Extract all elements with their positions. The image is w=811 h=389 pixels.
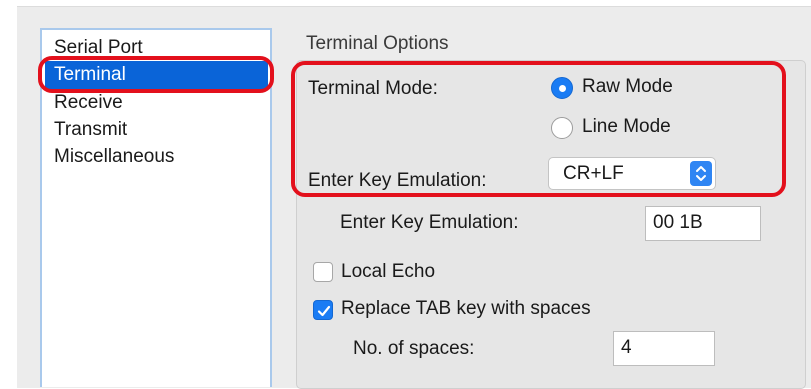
num-spaces-field[interactable]: 4 bbox=[613, 331, 715, 366]
sidebar-item-receive[interactable]: Receive bbox=[54, 91, 123, 115]
enter-key-emulation-hex-label: Enter Key Emulation: bbox=[340, 212, 519, 233]
num-spaces-label: No. of spaces: bbox=[353, 338, 475, 359]
section-title: Terminal Options bbox=[306, 33, 449, 54]
preferences-window: Serial Port Terminal Receive Transmit Mi… bbox=[0, 0, 811, 389]
options-annotation-outline bbox=[291, 61, 786, 197]
replace-tab-label[interactable]: Replace TAB key with spaces bbox=[341, 298, 591, 320]
local-echo-label[interactable]: Local Echo bbox=[341, 261, 435, 283]
selection-annotation-outline bbox=[38, 56, 274, 93]
sidebar-item-transmit[interactable]: Transmit bbox=[54, 118, 127, 142]
sidebar-item-miscellaneous[interactable]: Miscellaneous bbox=[54, 145, 174, 169]
enter-key-emulation-hex-field[interactable]: 00 1B bbox=[645, 206, 761, 241]
checkmark-icon bbox=[317, 305, 331, 317]
local-echo-checkbox[interactable] bbox=[313, 262, 333, 282]
replace-tab-checkbox[interactable] bbox=[313, 300, 333, 320]
